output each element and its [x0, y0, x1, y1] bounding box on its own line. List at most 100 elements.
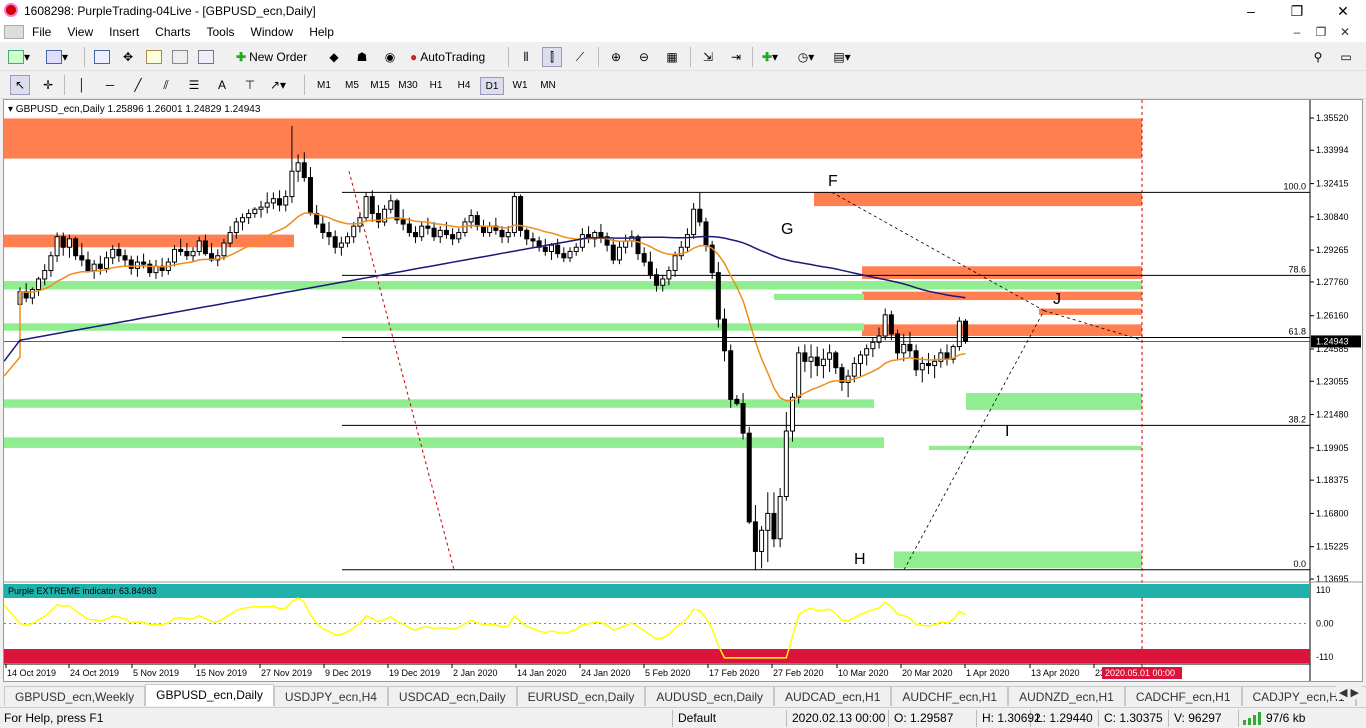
- tf-m15[interactable]: M15: [368, 77, 392, 95]
- new-chart-icon[interactable]: ▾: [8, 47, 30, 67]
- cursor-date-label: 2020.05.01 00:00: [1105, 668, 1175, 678]
- candle-body: [746, 432, 752, 523]
- tf-m5[interactable]: M5: [340, 77, 364, 95]
- zoom-out-icon[interactable]: ⊖: [634, 47, 654, 67]
- menu-bar: File View Insert Charts Tools Window Hel…: [0, 22, 1366, 42]
- templates-icon[interactable]: ▤▾: [832, 47, 852, 67]
- chart-tab[interactable]: EURUSD_ecn,Daily: [516, 686, 646, 706]
- chart-shift-icon[interactable]: ⇥: [726, 47, 746, 67]
- date-label: 10 Mar 2020: [838, 668, 889, 678]
- candle-body: [901, 343, 907, 354]
- periods-icon[interactable]: ◷▾: [796, 47, 816, 67]
- chart-tab[interactable]: CADCHF_ecn,H1: [1124, 686, 1242, 706]
- candle-body: [715, 272, 721, 320]
- chart-tab[interactable]: AUDUSD_ecn,Daily: [645, 686, 775, 706]
- date-label: 19 Dec 2019: [389, 668, 440, 678]
- chart-tab[interactable]: USDJPY_ecn,H4: [273, 686, 388, 706]
- mdi-minimize-button[interactable]: –: [1286, 22, 1308, 42]
- price-chart[interactable]: 100.0 78.6 61.8 38.2 0.0 ▾ GBPUSD_ecn,Daily …: [3, 100, 1362, 681]
- bar-chart-icon[interactable]: ⫴: [516, 47, 536, 67]
- candle-body: [487, 225, 493, 233]
- tf-mn[interactable]: MN: [536, 77, 560, 95]
- tf-m30[interactable]: M30: [396, 77, 420, 95]
- tf-d1[interactable]: D1: [480, 77, 504, 95]
- chart-tab[interactable]: AUDNZD_ecn,H1: [1008, 686, 1125, 706]
- autotrading-button[interactable]: ● AutoTrading: [410, 47, 485, 67]
- candle-body: [172, 248, 177, 263]
- demand-zone: [894, 551, 1142, 569]
- menu-file[interactable]: File: [24, 25, 59, 39]
- mdi-restore-button[interactable]: ❐: [1310, 22, 1332, 42]
- menu-window[interactable]: Window: [243, 25, 302, 39]
- candle-body: [184, 250, 190, 257]
- tf-w1[interactable]: W1: [508, 77, 532, 95]
- trendline-icon[interactable]: ╱: [128, 75, 148, 95]
- supply-zone: [814, 192, 1142, 207]
- data-window-icon[interactable]: ✥: [118, 47, 138, 67]
- close-button[interactable]: ✕: [1320, 0, 1366, 22]
- window-title: 1608298: PurpleTrading-04Live - [GBPUSD_…: [24, 4, 316, 18]
- candle-body: [196, 240, 202, 252]
- market-watch-icon[interactable]: [92, 47, 112, 67]
- fibonacci-icon[interactable]: ☰: [184, 75, 204, 95]
- auto-scroll-icon[interactable]: ⇲: [698, 47, 718, 67]
- zoom-in-icon[interactable]: ⊕: [606, 47, 626, 67]
- candle-body: [654, 274, 660, 286]
- candle-body: [128, 259, 134, 269]
- terminal-icon[interactable]: [170, 47, 190, 67]
- chart-window[interactable]: 100.0 78.6 61.8 38.2 0.0 ▾ GBPUSD_ecn,Daily …: [3, 99, 1363, 682]
- chart-tab[interactable]: GBPUSD_ecn,Weekly: [4, 686, 146, 706]
- menu-tools[interactable]: Tools: [199, 25, 243, 39]
- candle-body: [573, 246, 579, 252]
- signals-icon[interactable]: ☗: [352, 47, 372, 67]
- minimize-button[interactable]: –: [1228, 0, 1274, 22]
- child-window-icon[interactable]: [4, 25, 24, 39]
- demand-zone: [4, 281, 1142, 290]
- search-icon[interactable]: ⚲: [1308, 47, 1328, 67]
- maximize-button[interactable]: ❐: [1274, 0, 1320, 22]
- tab-scroll-icon[interactable]: ◀ ▶: [1336, 686, 1362, 699]
- mdi-close-button[interactable]: ✕: [1334, 22, 1356, 42]
- chart-tab[interactable]: GBPUSD_ecn,Daily: [145, 684, 274, 706]
- candle-body: [29, 289, 35, 299]
- chart-tab[interactable]: USDCAD_ecn,Daily: [387, 686, 517, 706]
- tile-windows-icon[interactable]: ▦: [662, 47, 682, 67]
- date-label: 20 Mar 2020: [902, 668, 953, 678]
- arrows-icon[interactable]: ↗▾: [268, 75, 288, 95]
- crosshair-icon[interactable]: ✛: [38, 75, 58, 95]
- market-icon[interactable]: ◉: [380, 47, 400, 67]
- text-icon[interactable]: A: [212, 75, 232, 95]
- profile-name: Default: [678, 711, 717, 725]
- chart-tab[interactable]: AUDCAD_ecn,H1: [774, 686, 892, 706]
- new-order-button[interactable]: ✚ New Order: [236, 47, 307, 67]
- cursor-icon[interactable]: ↖: [10, 75, 30, 95]
- meta-editor-icon[interactable]: ◆: [324, 47, 344, 67]
- supply-zone: [862, 266, 1142, 279]
- tf-m1[interactable]: M1: [312, 77, 336, 95]
- indicators-icon[interactable]: ✚ ▾: [760, 47, 780, 67]
- chart-tab[interactable]: AUDCHF_ecn,H1: [891, 686, 1009, 706]
- text-label-icon[interactable]: ⊤: [240, 75, 260, 95]
- tf-h4[interactable]: H4: [452, 77, 476, 95]
- chat-icon[interactable]: ▭: [1336, 47, 1356, 67]
- candlestick-icon[interactable]: ⫿: [542, 47, 562, 67]
- demand-zone: [4, 323, 864, 331]
- tester-icon[interactable]: [196, 47, 216, 67]
- menu-insert[interactable]: Insert: [101, 25, 147, 39]
- menu-view[interactable]: View: [59, 25, 101, 39]
- candle-body: [431, 227, 437, 238]
- candle-body: [413, 231, 419, 238]
- line-chart-icon[interactable]: ⟋: [570, 47, 590, 67]
- candle-body: [919, 362, 925, 371]
- profiles-icon[interactable]: ▾: [46, 47, 68, 67]
- menu-help[interactable]: Help: [301, 25, 342, 39]
- price-label: 1.21480: [1316, 410, 1349, 420]
- vertical-line-icon[interactable]: │: [72, 75, 92, 95]
- navigator-icon[interactable]: [144, 47, 164, 67]
- menu-charts[interactable]: Charts: [147, 25, 198, 39]
- candle-body: [481, 225, 486, 233]
- horizontal-line-icon[interactable]: ─: [100, 75, 120, 95]
- candle-body: [36, 278, 42, 291]
- equidistant-channel-icon[interactable]: ⫽: [156, 75, 176, 95]
- tf-h1[interactable]: H1: [424, 77, 448, 95]
